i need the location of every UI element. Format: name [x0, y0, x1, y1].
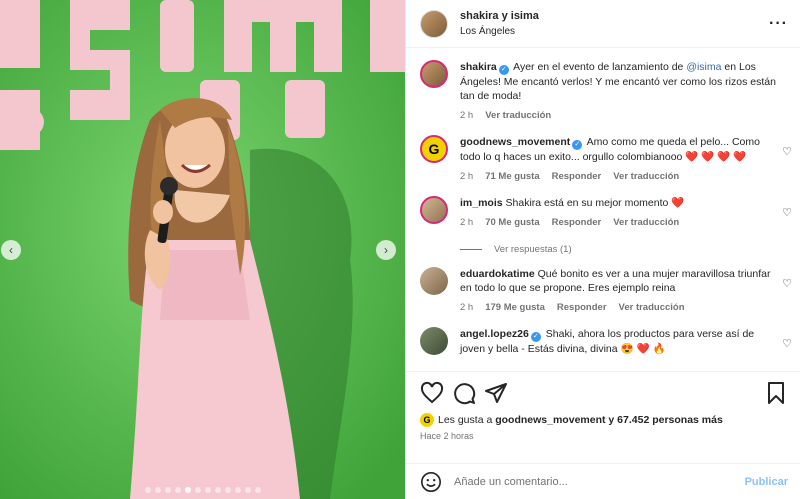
commenter-avatar[interactable] [420, 196, 448, 224]
post-timestamp: Hace 2 horas [420, 431, 474, 441]
reply-button[interactable]: Responder [557, 301, 607, 315]
commenter-avatar[interactable]: G [420, 135, 448, 163]
carousel-dot[interactable] [184, 487, 191, 493]
chevron-left-icon: ‹ [9, 243, 13, 257]
carousel-dot[interactable] [244, 487, 251, 493]
caption-time: 2 h [460, 110, 474, 121]
comment-username[interactable]: eduardokatime [460, 268, 535, 280]
carousel-dot[interactable] [234, 487, 241, 493]
comment-composer: Publicar [406, 463, 800, 499]
post-header: shakira y isima Los Ángeles ··· [406, 0, 800, 48]
liker-avatar[interactable]: G [420, 413, 434, 427]
comment-time: 2 h [460, 171, 474, 182]
view-replies-button[interactable]: Ver respuestas (1) [460, 244, 800, 255]
post-authors[interactable]: shakira y isima [460, 8, 769, 24]
post-location[interactable]: Los Ángeles [460, 24, 769, 40]
likes-count[interactable]: y 67.452 personas más [606, 414, 722, 426]
comment-text: Shakira está en su mejor momento [505, 197, 669, 209]
author-avatar[interactable] [420, 9, 448, 38]
carousel-dot[interactable] [224, 487, 231, 493]
caption-username[interactable]: shakira [460, 61, 497, 73]
comment-item: eduardokatime Qué bonito es ver a una mu… [420, 255, 800, 315]
reply-button[interactable]: Responder [552, 216, 602, 230]
carousel-dot[interactable] [254, 487, 261, 493]
translate-link[interactable]: Ver traducción [613, 216, 679, 230]
comment-item: G goodnews_movement ✓ Amo como me queda e… [420, 123, 800, 184]
caption: shakira ✓ Ayer en el evento de lanzamient… [420, 48, 800, 123]
likes-prefix: Les gusta a [438, 414, 496, 426]
chevron-right-icon: › [384, 243, 388, 257]
emoji-picker-icon[interactable] [420, 471, 442, 493]
previous-slide-button[interactable]: ‹ [1, 240, 21, 260]
verified-icon: ✓ [498, 65, 509, 75]
post-actions [406, 371, 800, 413]
caption-text: Ayer en el evento de lanzamiento de [513, 61, 687, 73]
share-send-icon[interactable] [484, 381, 508, 405]
comment-bubble-icon[interactable] [452, 381, 476, 405]
comment-item: im_mois Shakira está en su mejor momento… [420, 184, 800, 230]
publish-button[interactable]: Publicar [745, 476, 788, 488]
like-comment-heart-icon[interactable]: ♡ [782, 277, 792, 290]
carousel-dot[interactable] [164, 487, 171, 493]
commenter-avatar[interactable] [420, 267, 448, 295]
comment-likes[interactable]: 70 Me gusta [485, 216, 539, 230]
carousel-dot[interactable] [204, 487, 211, 493]
comment-username[interactable]: goodnews_movement [460, 136, 570, 148]
caption-translate-link[interactable]: Ver traducción [485, 109, 551, 123]
post-panel: shakira y isima Los Ángeles ··· shakira ✓… [405, 0, 800, 499]
like-heart-icon[interactable] [420, 381, 444, 405]
comments-list[interactable]: shakira ✓ Ayer en el evento de lanzamient… [406, 48, 800, 371]
comment-input[interactable] [454, 475, 745, 488]
carousel-dot[interactable] [174, 487, 181, 493]
carousel-dots [0, 487, 405, 493]
more-options-icon[interactable]: ··· [769, 15, 788, 33]
save-bookmark-icon[interactable] [764, 381, 788, 405]
comment-time: 2 h [460, 302, 474, 313]
verified-icon: ✓ [572, 140, 583, 150]
comment-username[interactable]: angel.lopez26 [460, 328, 529, 340]
comment-likes[interactable]: 179 Me gusta [485, 301, 545, 315]
comment-emoji: 😍 ❤️ 🔥 [620, 343, 666, 355]
comment-emoji: ❤️ ❤️ ❤️ ❤️ [685, 151, 747, 163]
carousel-dot[interactable] [154, 487, 161, 493]
mention-link[interactable]: @isima [686, 61, 721, 73]
view-replies-label: Ver respuestas (1) [494, 244, 572, 255]
comment-item: angel.lopez26 ✓ Shaki, ahora los producto… [420, 315, 800, 356]
likes-summary: G Les gusta a goodnews_movement y 67.452… [406, 413, 800, 427]
reply-button[interactable]: Responder [552, 170, 602, 184]
liker-username[interactable]: goodnews_movement [495, 414, 605, 426]
comment-emoji: ❤️ [671, 197, 685, 209]
verified-icon: ✓ [530, 332, 541, 342]
post-media[interactable]: ‹ › [0, 0, 405, 499]
next-slide-button[interactable]: › [376, 240, 396, 260]
translate-link[interactable]: Ver traducción [613, 170, 679, 184]
like-comment-heart-icon[interactable]: ♡ [782, 337, 792, 350]
comment-username[interactable]: im_mois [460, 197, 503, 209]
post-photo [0, 0, 405, 499]
comment-time: 2 h [460, 217, 474, 228]
translate-link[interactable]: Ver traducción [619, 301, 685, 315]
like-comment-heart-icon[interactable]: ♡ [782, 145, 792, 158]
carousel-dot[interactable] [144, 487, 151, 493]
carousel-dot[interactable] [194, 487, 201, 493]
commenter-avatar[interactable] [420, 327, 448, 355]
carousel-dot[interactable] [214, 487, 221, 493]
like-comment-heart-icon[interactable]: ♡ [782, 206, 792, 219]
comment-likes[interactable]: 71 Me gusta [485, 170, 539, 184]
caption-author-avatar[interactable] [420, 60, 448, 88]
